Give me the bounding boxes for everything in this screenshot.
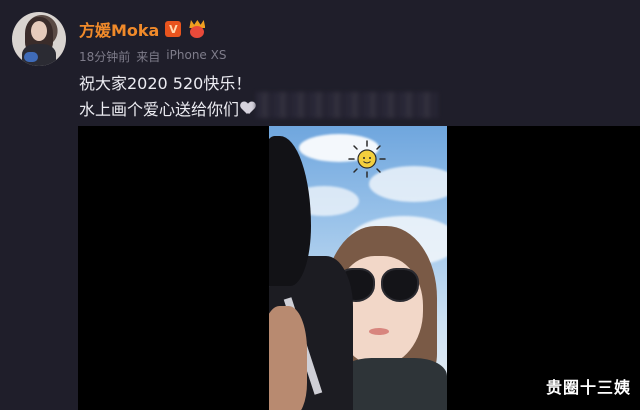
man-arm — [269, 306, 307, 410]
post-meta: 18分钟前 来自 iPhone XS — [79, 48, 226, 65]
sun-sticker-icon — [348, 140, 386, 178]
video-player[interactable]: 贵圈十三姨 — [78, 126, 640, 410]
blurred-region — [256, 92, 438, 118]
source-prefix: 来自 — [136, 50, 161, 64]
heart-icon — [241, 102, 255, 114]
sunglasses-right-lens — [381, 268, 419, 302]
post-time[interactable]: 18分钟前 — [79, 48, 130, 65]
author-row: 方媛Moka V — [79, 17, 207, 41]
life-jacket — [339, 358, 447, 410]
post-source: iPhone XS — [166, 48, 227, 62]
video-frame — [269, 126, 447, 410]
member-circle — [190, 26, 205, 38]
avatar-hand — [24, 52, 38, 62]
man-head — [269, 136, 311, 286]
author-name[interactable]: 方媛Moka — [79, 17, 159, 41]
crown-member-icon[interactable] — [187, 20, 207, 38]
post-text-line-1: 祝大家2020 520快乐！ — [79, 74, 252, 93]
verified-badge-icon[interactable]: V — [165, 21, 182, 37]
post-text-line-2-content: 水上画个爱心送给你们 — [79, 100, 240, 119]
weibo-post: 方媛Moka V 18分钟前 来自 iPhone XS 祝大家2020 520快… — [0, 0, 640, 410]
woman-lips — [369, 328, 389, 335]
watermark-text: 贵圈十三姨 — [545, 378, 631, 397]
post-text-line-2: 水上画个爱心送给你们 — [79, 96, 255, 120]
author-avatar[interactable] — [12, 12, 66, 66]
avatar-face — [31, 21, 47, 41]
